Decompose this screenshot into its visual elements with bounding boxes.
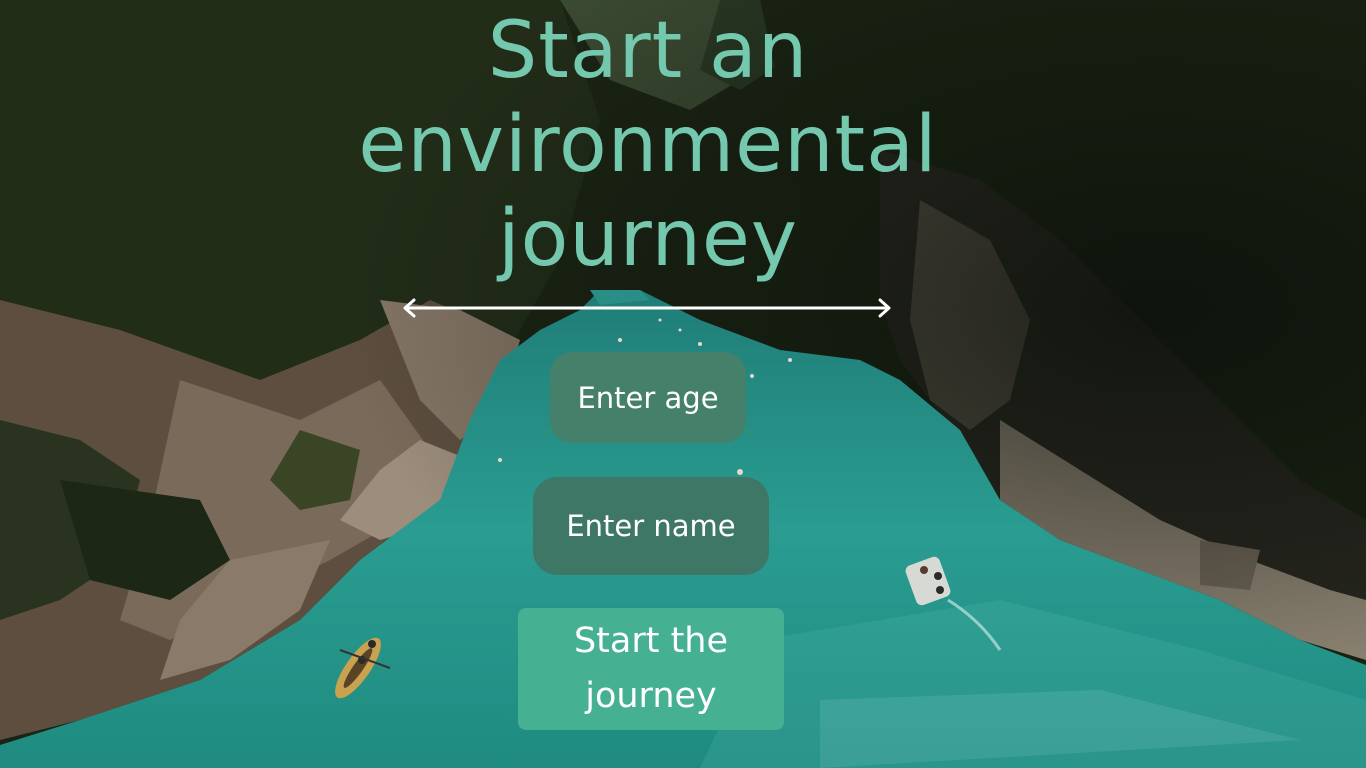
name-input-label: Enter name (566, 509, 736, 543)
start-button-line-1: Start the (573, 621, 729, 661)
age-input-label: Enter age (577, 380, 719, 415)
name-input[interactable]: Enter name (533, 477, 769, 575)
title-line-2: environmental (358, 100, 938, 190)
page-title: Start an environmental journey (283, 4, 1013, 286)
start-button-line-2: journey (585, 676, 717, 716)
title-line-1: Start an (487, 6, 809, 96)
journey-start-screen: Start an environmental journey Enter age… (0, 0, 1366, 768)
start-journey-button[interactable]: Start the journey (518, 608, 784, 730)
title-line-3: journey (497, 194, 799, 284)
double-arrow-icon (403, 298, 891, 318)
age-input[interactable]: Enter age (550, 352, 746, 443)
